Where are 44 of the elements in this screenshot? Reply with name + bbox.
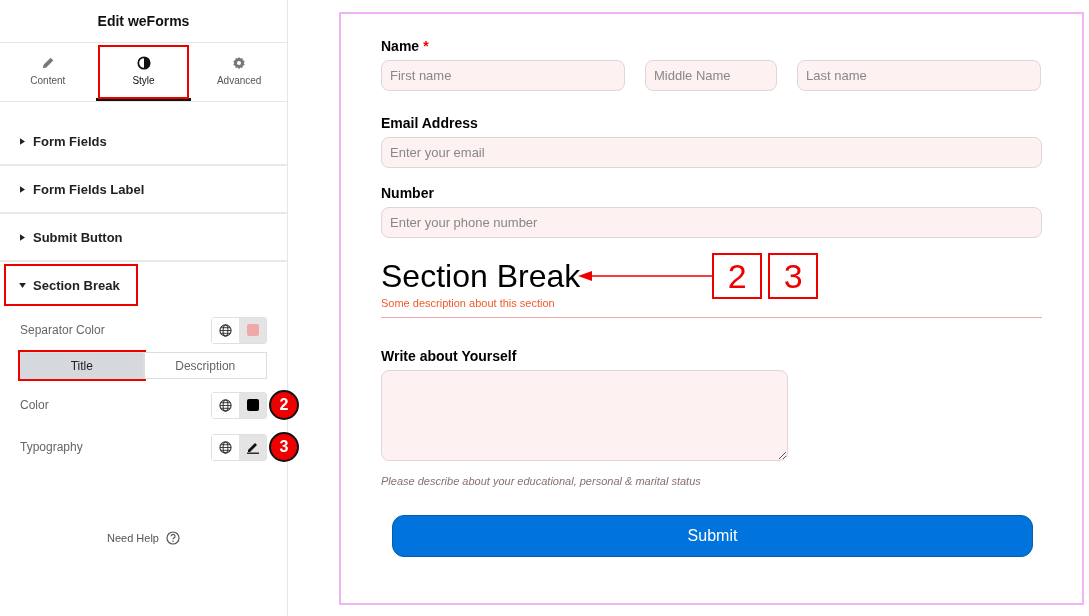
caret-icon [20,137,25,145]
textarea-field[interactable] [381,370,788,461]
name-input[interactable]: Last name [797,60,1041,91]
caret-icon [19,282,26,288]
pencil-icon [40,55,55,70]
step-badge: 2 [269,389,299,420]
callout-box: 3 [768,253,819,299]
section-title: Section Break [381,257,581,295]
section-description: Some description about this section [381,297,556,309]
field-label: Email Address [381,115,479,131]
step-badge: 3 [269,431,299,462]
field-label: Number [381,185,435,201]
control-label: Separator Color [20,323,105,337]
text-input[interactable]: Enter your phone number [381,207,1042,238]
section-header[interactable]: Form Fields Label [0,170,153,208]
callout-box: 2 [712,253,763,299]
color-swatch[interactable] [239,392,266,418]
caret-icon [20,233,25,241]
caret-icon [20,185,25,193]
field-label: Name [381,38,420,54]
color-swatch[interactable] [239,317,266,343]
section-header[interactable]: Form Fields [0,122,115,160]
name-input[interactable]: Middle Name [645,60,777,91]
required-mark: * [423,38,429,54]
help-link[interactable]: Need Help [107,532,159,544]
submit-button[interactable]: Submit [392,515,1033,557]
panel-tab[interactable]: Advanced [191,43,287,101]
panel-tab[interactable]: Style [95,43,192,101]
edit-icon[interactable] [239,434,266,460]
control-label: Color [20,398,49,412]
settings-icon [232,55,247,70]
control-label: Typography [20,440,83,454]
text-input[interactable]: Enter your email [381,137,1042,168]
panel-title: Edit weForms [97,13,190,29]
toggle-option[interactable]: Title [20,352,144,379]
panel-tab[interactable]: Content [0,43,96,101]
contrast-icon [136,55,151,70]
name-input[interactable]: First name [381,60,625,91]
toggle-option[interactable]: Description [143,352,267,379]
field-label: Write about Yourself [381,348,518,364]
section-header[interactable]: Submit Button [0,218,131,256]
section-header[interactable]: Section Break [6,266,136,304]
field-help: Please describe about your educational, personal & marital status [381,475,702,487]
help-icon[interactable] [166,531,180,545]
